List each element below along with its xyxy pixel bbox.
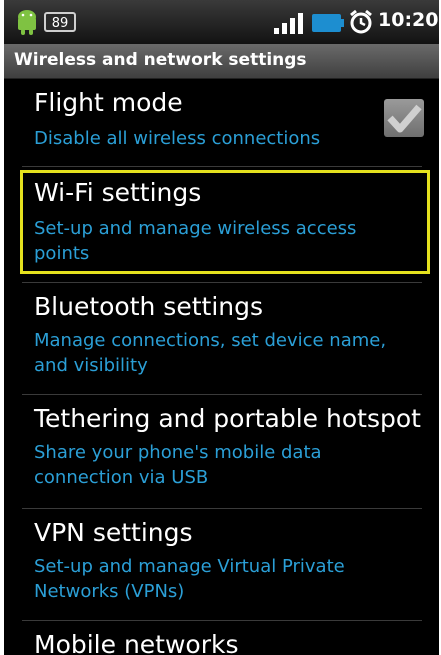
divider bbox=[22, 394, 422, 395]
checkmark-icon bbox=[387, 104, 422, 133]
android-icon bbox=[18, 10, 36, 35]
setting-subtitle: Share your phone's mobile data connectio… bbox=[34, 442, 322, 488]
setting-bluetooth[interactable]: Bluetooth settings Manage connections, s… bbox=[4, 284, 439, 394]
setting-title: VPN settings bbox=[34, 518, 193, 547]
setting-tethering[interactable]: Tethering and portable hotspot Share you… bbox=[4, 396, 439, 506]
status-time: 10:20 bbox=[378, 9, 439, 31]
setting-subtitle: Manage connections, set device name, and… bbox=[34, 330, 387, 376]
title-bar: Wireless and network settings bbox=[4, 44, 439, 79]
alarm-icon bbox=[350, 9, 372, 34]
setting-title: Mobile networks bbox=[34, 630, 239, 655]
phone-screen: 89 10:20 Wireless and network settings F… bbox=[4, 0, 439, 655]
signal-icon bbox=[274, 13, 303, 34]
divider bbox=[22, 282, 422, 283]
setting-wifi[interactable]: Wi-Fi settings Set-up and manage wireles… bbox=[4, 170, 439, 274]
battery-icon bbox=[312, 14, 344, 32]
page-title: Wireless and network settings bbox=[14, 50, 307, 70]
setting-subtitle: Set-up and manage Virtual Private Networ… bbox=[34, 556, 345, 602]
setting-vpn[interactable]: VPN settings Set-up and manage Virtual P… bbox=[4, 510, 439, 620]
divider bbox=[22, 166, 422, 167]
setting-title: Flight mode bbox=[34, 88, 183, 117]
divider bbox=[22, 620, 422, 621]
setting-subtitle: Disable all wireless connections bbox=[34, 128, 321, 149]
setting-title: Wi-Fi settings bbox=[34, 178, 202, 207]
setting-subtitle: Set-up and manage wireless access points bbox=[34, 218, 357, 264]
notification-badge: 89 bbox=[44, 12, 76, 32]
setting-title: Tethering and portable hotspot bbox=[34, 404, 421, 433]
flight-mode-checkbox[interactable] bbox=[384, 99, 424, 137]
status-bar: 89 10:20 bbox=[4, 0, 439, 44]
setting-title: Bluetooth settings bbox=[34, 292, 264, 321]
setting-mobile-networks[interactable]: Mobile networks bbox=[4, 622, 439, 655]
setting-flight-mode[interactable]: Flight mode Disable all wireless connect… bbox=[4, 78, 439, 162]
divider bbox=[22, 508, 422, 509]
